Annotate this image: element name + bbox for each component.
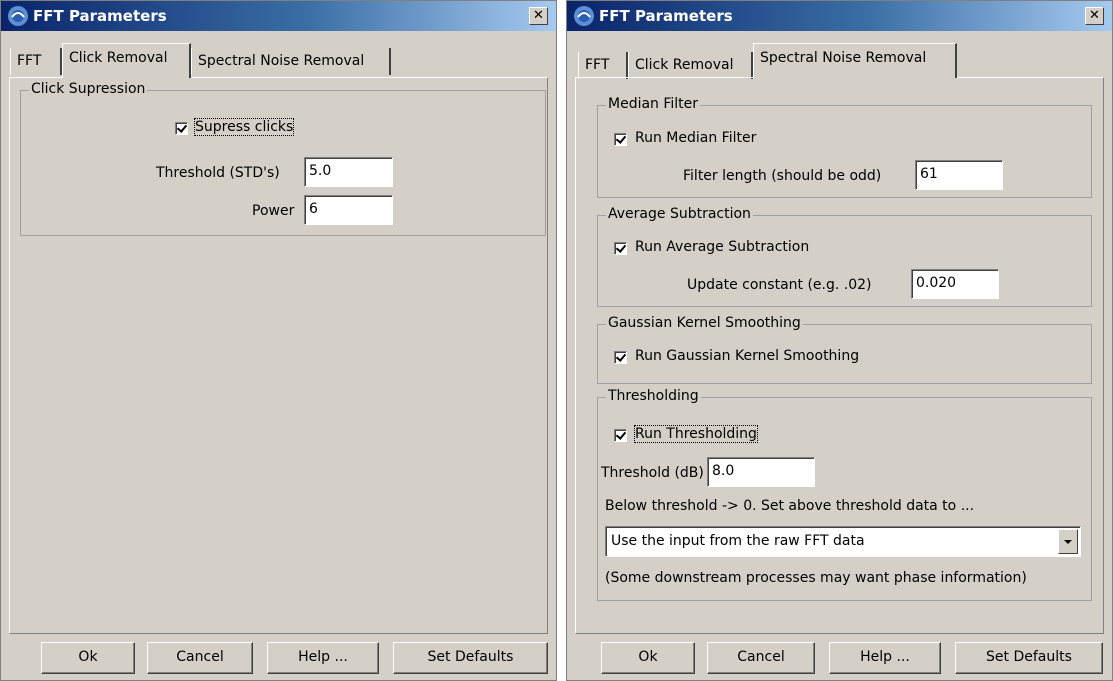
threshold-input[interactable]: 5.0	[304, 157, 393, 187]
button-bar: Ok Cancel Help ... Set Defaults	[1, 634, 556, 680]
threshold-label: Threshold (STD's)	[156, 165, 280, 181]
ok-button[interactable]: Ok	[601, 642, 695, 674]
group-title: Thresholding	[606, 388, 701, 404]
tab-click-removal[interactable]: Click Removal	[628, 52, 753, 79]
below-threshold-text: Below threshold -> 0. Set above threshol…	[605, 498, 975, 514]
filter-length-label: Filter length (should be odd)	[683, 168, 882, 184]
phase-note-text: (Some downstream processes may want phas…	[605, 570, 1027, 586]
close-icon[interactable]: ✕	[529, 7, 548, 25]
close-icon[interactable]: ✕	[1085, 7, 1104, 25]
gaussian-kernel-smoothing-group: Gaussian Kernel Smoothing Run Gaussian K…	[597, 315, 1092, 384]
supress-clicks-label[interactable]: Supress clicks	[193, 118, 295, 136]
average-subtraction-group: Average Subtraction Run Average Subtract…	[597, 206, 1092, 307]
update-constant-input[interactable]: 0.020	[911, 269, 999, 299]
tab-spectral-noise-removal[interactable]: Spectral Noise Removal	[191, 48, 391, 75]
filter-length-input[interactable]: 61	[915, 160, 1003, 190]
power-input[interactable]: 6	[304, 195, 393, 225]
run-thresholding-checkbox[interactable]	[614, 429, 627, 442]
help-button[interactable]: Help ...	[829, 642, 941, 674]
threshold-db-label: Threshold (dB)	[601, 465, 704, 481]
select-value: Use the input from the raw FFT data	[611, 533, 865, 549]
thresholding-group: Thresholding Run Thresholding Threshold …	[597, 388, 1092, 601]
cancel-button[interactable]: Cancel	[707, 642, 815, 674]
tab-click-removal[interactable]: Click Removal	[62, 43, 191, 78]
fft-parameters-window-right: FFT Parameters ✕ FFT Click Removal Spect…	[566, 0, 1113, 681]
chevron-down-icon[interactable]	[1058, 529, 1078, 554]
help-button[interactable]: Help ...	[267, 642, 379, 674]
threshold-db-input[interactable]: 8.0	[707, 457, 815, 487]
group-title: Gaussian Kernel Smoothing	[606, 315, 803, 331]
ok-button[interactable]: Ok	[41, 642, 135, 674]
run-thresholding-label[interactable]: Run Thresholding	[634, 425, 758, 443]
title-bar[interactable]: FFT Parameters ✕	[1, 1, 556, 31]
window-title: FFT Parameters	[599, 7, 733, 25]
median-filter-group: Median Filter Run Median Filter Filter l…	[597, 96, 1092, 198]
run-gaussian-kernel-smoothing-checkbox[interactable]	[614, 351, 627, 364]
tab-spectral-noise-removal[interactable]: Spectral Noise Removal	[753, 43, 957, 78]
set-defaults-button[interactable]: Set Defaults	[393, 642, 548, 674]
run-average-subtraction-checkbox[interactable]	[614, 242, 627, 255]
above-threshold-select[interactable]: Use the input from the raw FFT data	[605, 526, 1081, 557]
pamguard-icon	[8, 6, 28, 26]
run-average-subtraction-label: Run Average Subtraction	[635, 239, 810, 255]
cancel-button[interactable]: Cancel	[147, 642, 253, 674]
title-bar[interactable]: FFT Parameters ✕	[567, 1, 1112, 31]
window-title: FFT Parameters	[33, 7, 167, 25]
click-suppression-group: Click Supression Supress clicks Threshol…	[20, 81, 546, 236]
group-title: Average Subtraction	[606, 206, 753, 222]
set-defaults-button[interactable]: Set Defaults	[955, 642, 1103, 674]
update-constant-label: Update constant (e.g. .02)	[687, 277, 872, 293]
fft-parameters-window-left: FFT Parameters ✕ FFT Click Removal Spect…	[0, 0, 557, 681]
run-median-filter-checkbox[interactable]	[614, 133, 627, 146]
button-bar: Ok Cancel Help ... Set Defaults	[567, 634, 1112, 680]
tab-fft[interactable]: FFT	[10, 48, 62, 75]
run-median-filter-label: Run Median Filter	[635, 130, 757, 146]
power-label: Power	[252, 203, 295, 219]
run-gaussian-kernel-smoothing-label: Run Gaussian Kernel Smoothing	[635, 348, 860, 364]
group-title: Click Supression	[29, 81, 148, 97]
tab-panel-click-removal: Click Supression Supress clicks Threshol…	[9, 77, 548, 634]
group-title: Median Filter	[606, 96, 701, 112]
tab-fft[interactable]: FFT	[578, 52, 628, 79]
tab-panel-spectral-noise-removal: Median Filter Run Median Filter Filter l…	[575, 77, 1104, 634]
supress-clicks-checkbox[interactable]	[175, 122, 188, 135]
pamguard-icon	[574, 6, 594, 26]
